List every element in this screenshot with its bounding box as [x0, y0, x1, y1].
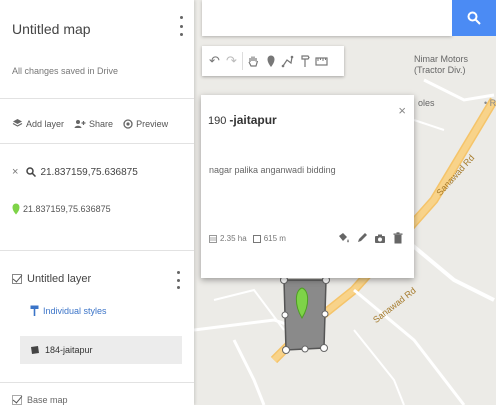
undo-icon[interactable]: ↶ [206, 50, 223, 72]
edit-icon[interactable] [356, 231, 368, 245]
popup-number: 190 [208, 115, 227, 127]
close-search-icon[interactable]: × [12, 166, 18, 178]
search-button[interactable] [452, 0, 496, 36]
map-label-edge: • R [484, 98, 496, 108]
map-title[interactable]: Untitled map [12, 21, 91, 37]
popup-actions [338, 231, 404, 245]
map-actions: Add layer Share Preview [12, 118, 168, 129]
marker-icon[interactable] [262, 50, 279, 72]
map-label-business: Nimar Motors (Tractor Div.) [414, 54, 469, 75]
layer-options-menu-icon[interactable] [175, 271, 181, 289]
popup-area: 2.35 ha [220, 234, 247, 243]
layer-header: Untitled layer [12, 273, 91, 285]
area-icon [209, 234, 217, 243]
camera-icon[interactable] [374, 231, 386, 245]
search-icon [26, 167, 37, 177]
layer-name[interactable]: Untitled layer [27, 273, 91, 285]
save-status: All changes saved in Drive [12, 66, 119, 76]
divider [0, 98, 194, 99]
ruler-icon[interactable] [313, 50, 330, 72]
base-map-toggle[interactable] [12, 395, 22, 405]
divider [0, 250, 194, 251]
search-result-row: × 21.837159,75.636875 [12, 166, 138, 178]
pin-icon [12, 203, 20, 215]
popup-title: 190 -jaitapur [208, 113, 277, 127]
share-button[interactable]: Share [74, 119, 113, 129]
draw-line-icon[interactable] [279, 50, 296, 72]
location-label: 21.837159,75.636875 [23, 204, 111, 214]
map-search-input[interactable] [202, 0, 452, 36]
individual-styles-link[interactable]: Individual styles [30, 305, 107, 317]
search-query: 21.837159,75.636875 [40, 166, 138, 178]
map-options-menu-icon[interactable] [178, 16, 184, 36]
preview-icon [123, 118, 133, 129]
popup-title-text: -jaitapur [229, 113, 277, 127]
styles-label: Individual styles [43, 306, 107, 316]
search-location-item[interactable]: 21.837159,75.636875 [12, 203, 111, 215]
close-icon[interactable]: × [398, 103, 406, 118]
add-layer-button[interactable]: Add layer [12, 118, 64, 129]
share-label: Share [89, 118, 114, 129]
polygon-icon [31, 346, 39, 354]
popup-description: nagar palika anganwadi bidding [209, 165, 336, 175]
paint-roller-icon [30, 305, 39, 316]
feature-item[interactable]: 184-jaitapur [20, 336, 182, 364]
share-icon [74, 119, 86, 128]
layer-visibility-checkbox[interactable] [12, 274, 22, 284]
paint-icon[interactable] [338, 231, 350, 245]
layers-icon [12, 119, 23, 127]
divider [0, 143, 194, 144]
add-layer-label: Add layer [26, 118, 65, 129]
popup-perimeter: 615 m [263, 234, 286, 243]
preview-button[interactable]: Preview [123, 119, 168, 129]
popup-measurements: 2.35 ha 615 m [209, 234, 286, 243]
feature-info-popup: 190 -jaitapur × nagar palika anganwadi bi… [201, 95, 414, 278]
search-icon [467, 11, 481, 25]
directions-icon[interactable] [296, 50, 313, 72]
redo-icon[interactable]: ↷ [223, 50, 240, 72]
feature-label: 184-jaitapur [45, 345, 93, 355]
map-label-partial: oles [418, 98, 435, 108]
base-map-label: Base map [27, 395, 68, 405]
trash-icon[interactable] [392, 231, 404, 245]
map-sidebar: Untitled map All changes saved in Drive … [0, 0, 194, 405]
perimeter-icon [252, 234, 261, 243]
divider [0, 382, 194, 383]
map-toolbar: ↶ ↷ [202, 46, 344, 76]
hand-icon[interactable] [245, 50, 262, 72]
preview-label: Preview [136, 118, 169, 129]
base-map-row[interactable]: Base map [12, 395, 68, 405]
